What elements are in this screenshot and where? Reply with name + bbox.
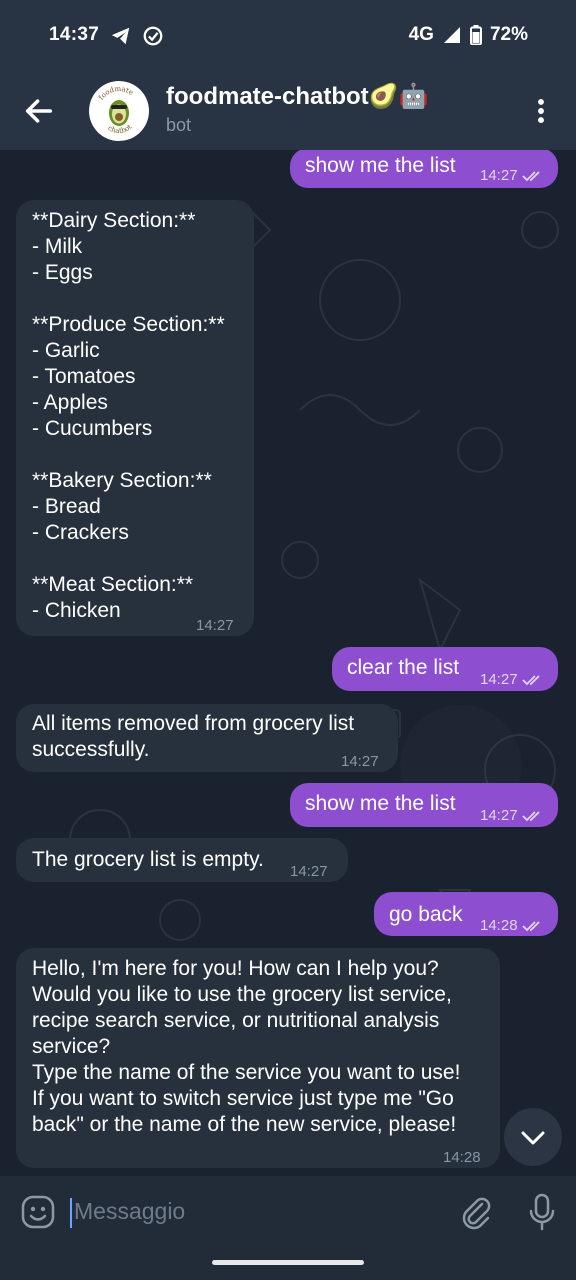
message-bubble-outgoing[interactable]: clear the list 14:27 <box>332 647 558 691</box>
message-bubble-incoming[interactable]: All items removed from grocery list succ… <box>16 704 398 772</box>
system-nav-bar <box>0 1248 576 1280</box>
message-input[interactable]: Messaggio <box>74 1198 185 1225</box>
message-time: 14:27 <box>196 617 234 634</box>
text-cursor <box>70 1198 72 1228</box>
avatar[interactable]: foodmate chatbot <box>89 81 149 141</box>
more-vertical-icon[interactable] <box>526 94 556 128</box>
message-time-text: 14:27 <box>480 807 518 824</box>
message-input-bar: Messaggio <box>0 1176 576 1248</box>
chat-area[interactable]: show me the list 14:27 **Dairy Section:*… <box>0 150 576 1176</box>
message-bubble-incoming[interactable]: The grocery list is empty. 14:27 <box>16 838 348 882</box>
status-notification-icons <box>110 25 164 47</box>
battery-icon <box>469 25 482 45</box>
double-check-icon <box>521 811 540 822</box>
message-text: **Dairy Section:** - Milk - Eggs **Produ… <box>32 209 225 622</box>
avatar-text-top: foodmate <box>97 85 134 102</box>
message-bubble-incoming[interactable]: Hello, I'm here for you! How can I help … <box>16 948 500 1168</box>
telegram-icon <box>111 27 130 45</box>
message-time-text: 14:28 <box>480 917 518 934</box>
message-time-text: 14:27 <box>480 671 518 688</box>
signal-icon <box>443 27 460 43</box>
emoji-icon[interactable] <box>20 1194 56 1230</box>
network-label: 4G <box>408 24 434 45</box>
message-time-text: 14:27 <box>480 167 518 184</box>
microphone-icon[interactable] <box>526 1192 558 1232</box>
check-circle-icon <box>143 26 163 46</box>
battery-percent: 72% <box>489 24 528 45</box>
message-time: 14:28 <box>443 1149 481 1166</box>
message-text: show me the list <box>305 154 456 177</box>
message-text: Hello, I'm here for you! How can I help … <box>32 957 461 1136</box>
chevron-down-icon <box>521 1131 545 1145</box>
message-bubble-incoming[interactable]: **Dairy Section:** - Milk - Eggs **Produ… <box>16 200 254 636</box>
status-bar: 14:37 4G 72% <box>0 0 576 72</box>
message-time: 14:27 <box>341 753 379 770</box>
message-text: The grocery list is empty. <box>32 848 264 871</box>
chat-subtitle: bot <box>166 115 192 135</box>
message-time: 14:27 <box>480 667 544 693</box>
message-time: 14:27 <box>480 803 544 829</box>
message-text: clear the list <box>347 656 460 679</box>
status-time: 14:37 <box>49 24 100 45</box>
double-check-icon <box>521 921 540 932</box>
message-text: show me the list <box>305 792 456 815</box>
arrow-left-icon[interactable] <box>22 94 56 128</box>
status-right-group: 4G 72% <box>409 24 528 46</box>
double-check-icon <box>521 675 540 686</box>
message-bubble-outgoing[interactable]: show me the list 14:27 <box>290 783 558 827</box>
message-bubble-outgoing[interactable]: go back 14:28 <box>374 892 558 936</box>
chat-header: foodmate chatbot foodmate-chatbot🥑🤖 bot <box>0 72 576 150</box>
home-handle[interactable] <box>212 1260 364 1265</box>
scroll-down-button[interactable] <box>504 1108 562 1166</box>
chat-title[interactable]: foodmate-chatbot🥑🤖 <box>166 82 428 111</box>
message-text: go back <box>389 903 463 926</box>
double-check-icon <box>521 171 540 182</box>
message-bubble-outgoing[interactable]: show me the list 14:27 <box>290 150 558 188</box>
message-time: 14:27 <box>480 163 544 189</box>
message-time: 14:28 <box>480 913 544 939</box>
svg-text:foodmate: foodmate <box>97 85 134 102</box>
message-text: All items removed from grocery list succ… <box>32 712 355 761</box>
paperclip-icon[interactable] <box>458 1194 494 1230</box>
avocado-logo: foodmate chatbot <box>97 85 134 135</box>
message-time: 14:27 <box>290 863 328 880</box>
